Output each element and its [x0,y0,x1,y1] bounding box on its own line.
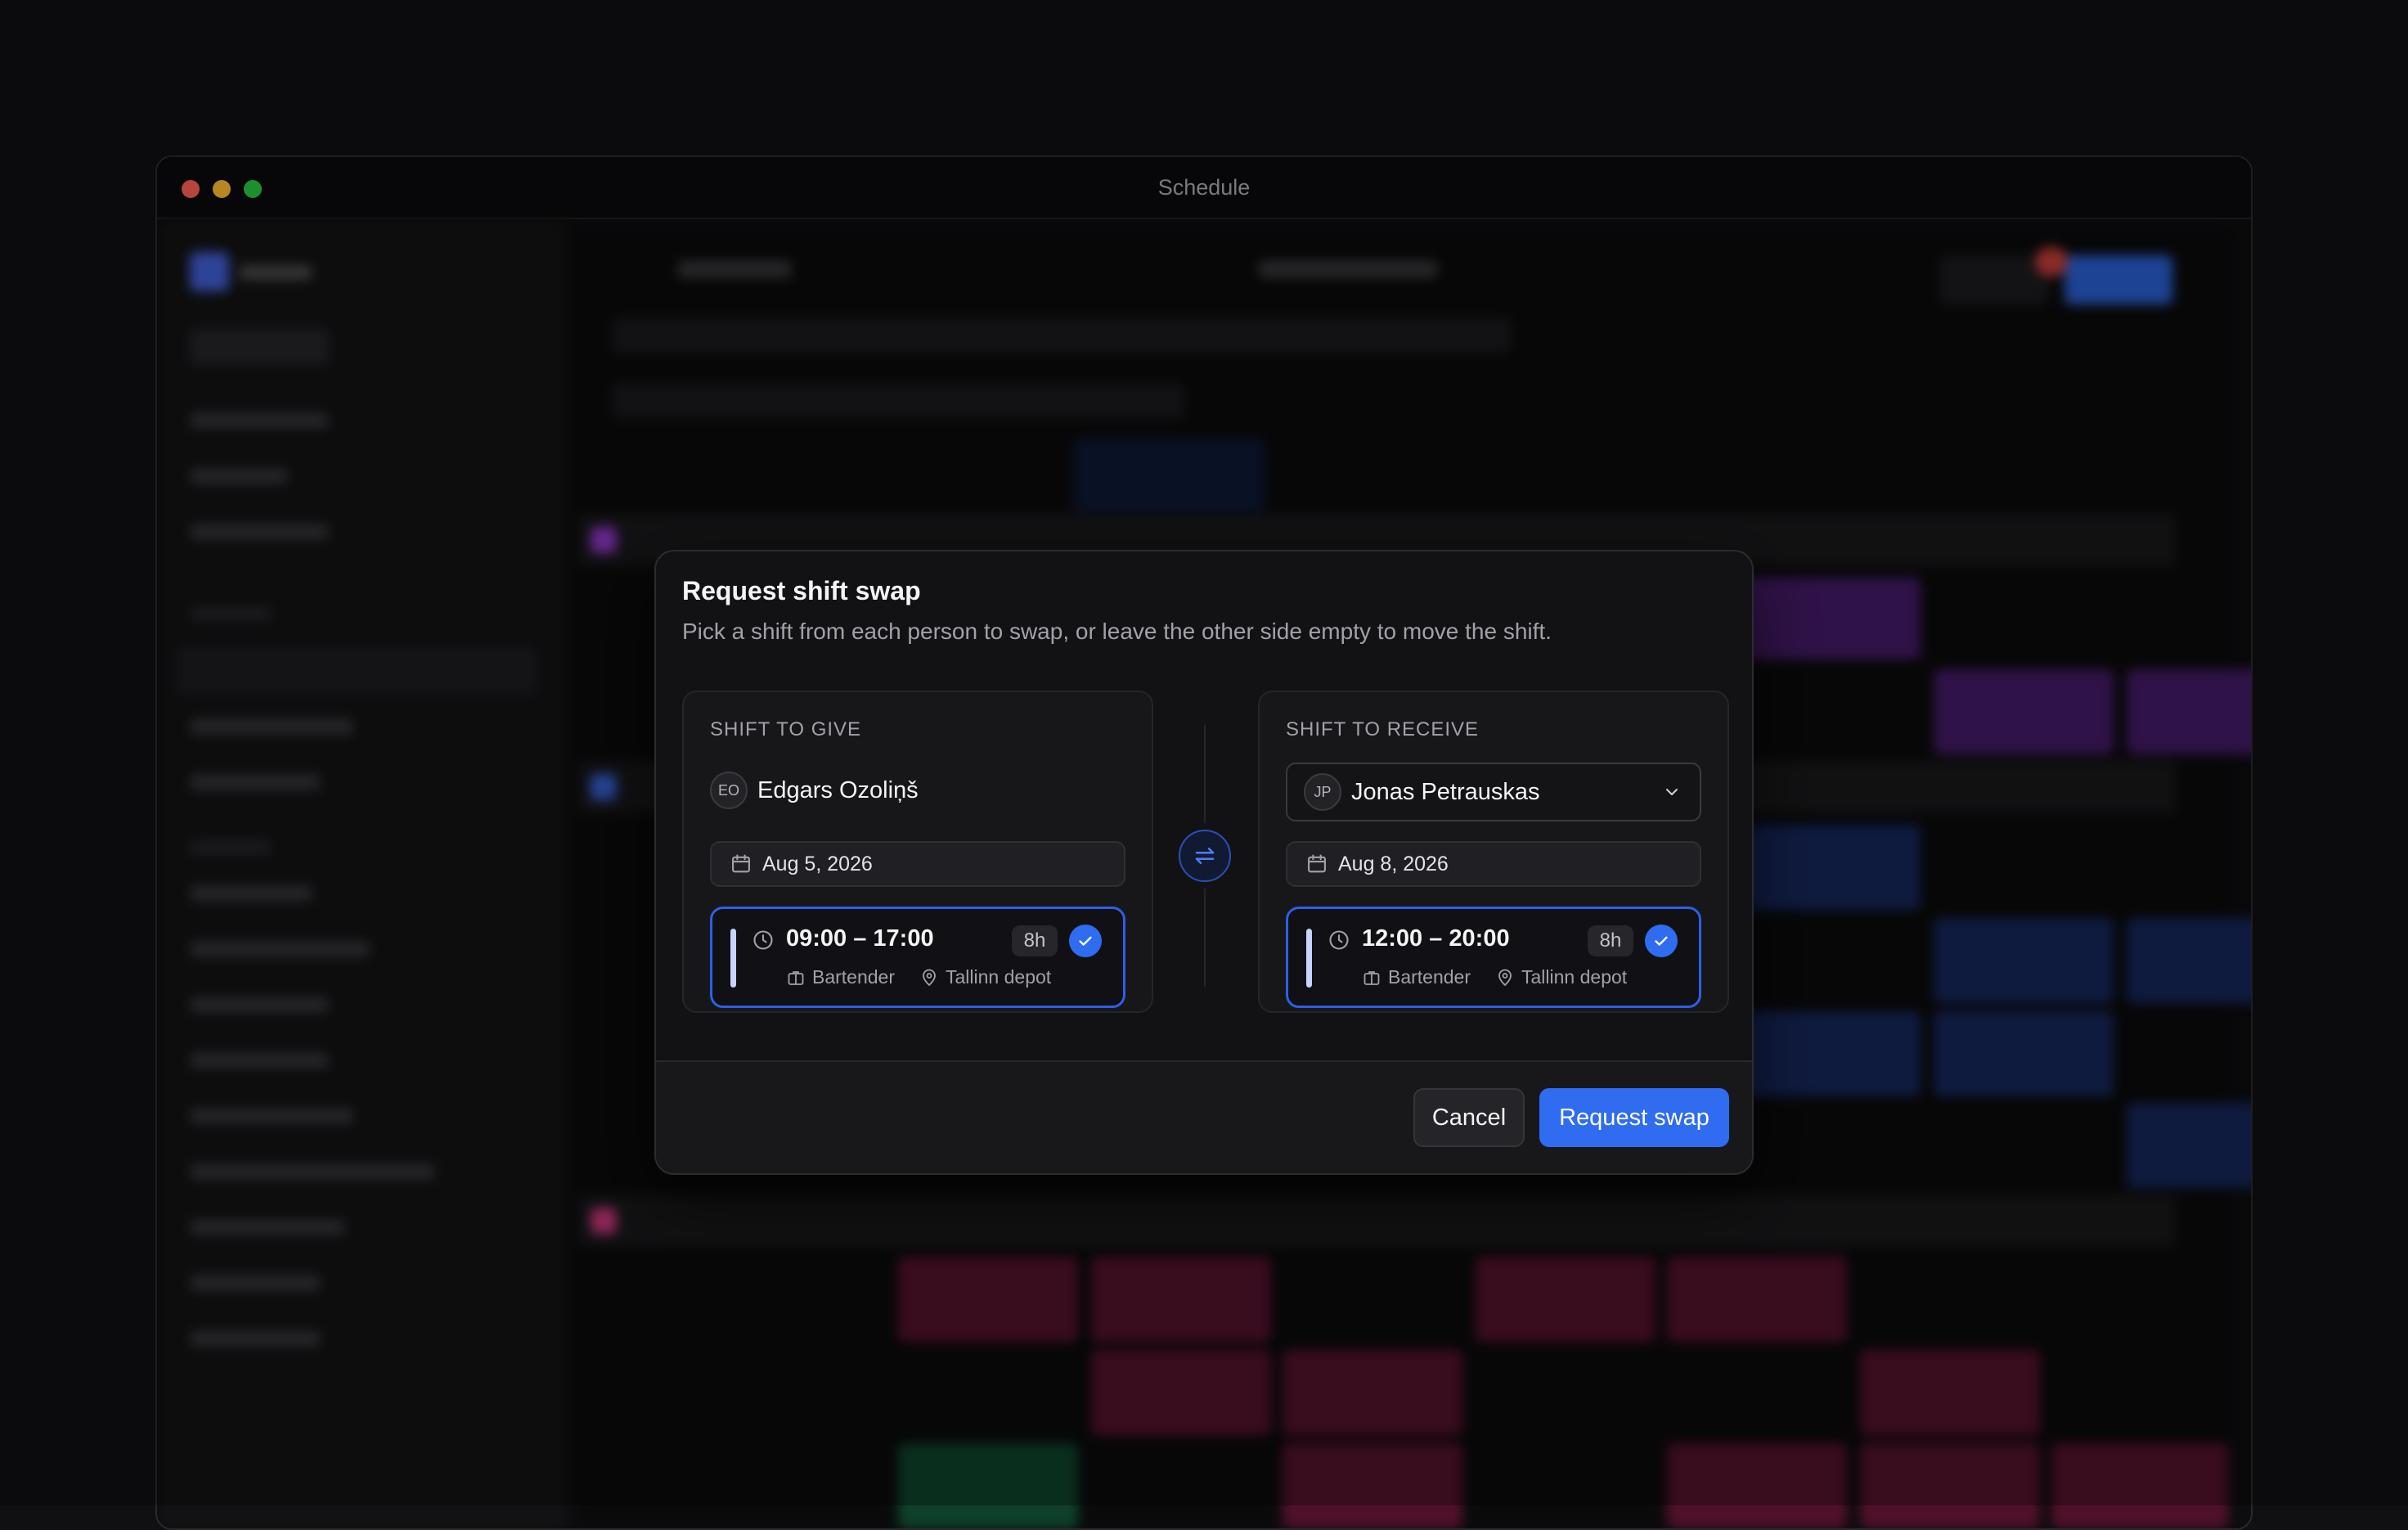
shift-to-give-label: SHIFT TO GIVE [710,718,862,740]
cancel-button[interactable]: Cancel [1413,1088,1525,1147]
chevron-down-icon [1666,789,1678,795]
receive-shift-position: Bartender [1388,966,1471,988]
briefcase-icon [788,970,804,985]
shift-to-receive-label: SHIFT TO RECEIVE [1286,718,1480,740]
receive-date-field[interactable]: Aug 8, 2026 [1286,841,1701,887]
giver-name: Edgars Ozoliņš [757,776,919,803]
receive-shift-selected-check [1645,925,1678,957]
clock-icon [1329,930,1349,950]
dialog-title: Request shift swap [682,576,921,605]
give-shift-position: Bartender [812,966,896,988]
receive-shift-location: Tallinn depot [1521,966,1628,988]
give-shift-time: 09:00 – 17:00 [786,925,934,952]
give-shift-selected-check [1069,925,1102,957]
receive-date: Aug 8, 2026 [1338,852,1449,875]
clock-icon [753,930,773,950]
calendar-icon [1308,854,1326,873]
shift-to-give-panel: SHIFT TO GIVE EO Edgars Ozoliņš Aug 5, 2… [682,691,1153,1013]
give-shift-location: Tallinn depot [946,966,1052,988]
request-swap-button[interactable]: Request swap [1539,1088,1729,1147]
receiver-person-select[interactable]: JP Jonas Petrauskas [1286,763,1701,821]
give-shift-meta: Bartender Tallinn depot [786,966,1051,988]
swap-divider [1204,725,1206,823]
give-shift-hours: 8h [1012,925,1058,956]
shift-color-bar [1306,929,1312,988]
give-shift-card[interactable]: 09:00 – 17:00 8h Bartender Tallinn depot [710,907,1125,1008]
receive-shift-card[interactable]: 12:00 – 20:00 8h Bartender Tallinn depot [1286,907,1701,1008]
receive-shift-meta: Bartender Tallinn depot [1362,966,1627,988]
shift-color-bar [730,929,736,988]
dialog-description: Pick a shift from each person to swap, o… [682,619,1552,644]
calendar-icon [732,854,750,873]
receive-shift-hours: 8h [1588,925,1633,956]
briefcase-icon [1363,970,1380,985]
check-icon [1079,936,1092,946]
swap-arrows-icon [1195,848,1215,864]
swap-indicator [1179,830,1231,882]
avatar: EO [710,772,748,809]
map-pin-icon [1498,969,1512,986]
give-date-field[interactable]: Aug 5, 2026 [710,841,1125,887]
receiver-name: Jonas Petrauskas [1351,778,1540,805]
map-pin-icon [923,969,936,986]
dialog-footer: Cancel Request swap [656,1060,1752,1173]
giver-person: EO Edgars Ozoliņš [710,769,919,812]
request-swap-dialog: Request shift swap Pick a shift from eac… [654,550,1754,1175]
check-icon [1655,936,1668,946]
shift-to-receive-panel: SHIFT TO RECEIVE JP Jonas Petrauskas Aug… [1258,691,1729,1013]
give-date: Aug 5, 2026 [762,852,873,875]
receive-shift-time: 12:00 – 20:00 [1362,925,1510,952]
avatar: JP [1304,773,1341,811]
swap-divider [1204,889,1206,987]
